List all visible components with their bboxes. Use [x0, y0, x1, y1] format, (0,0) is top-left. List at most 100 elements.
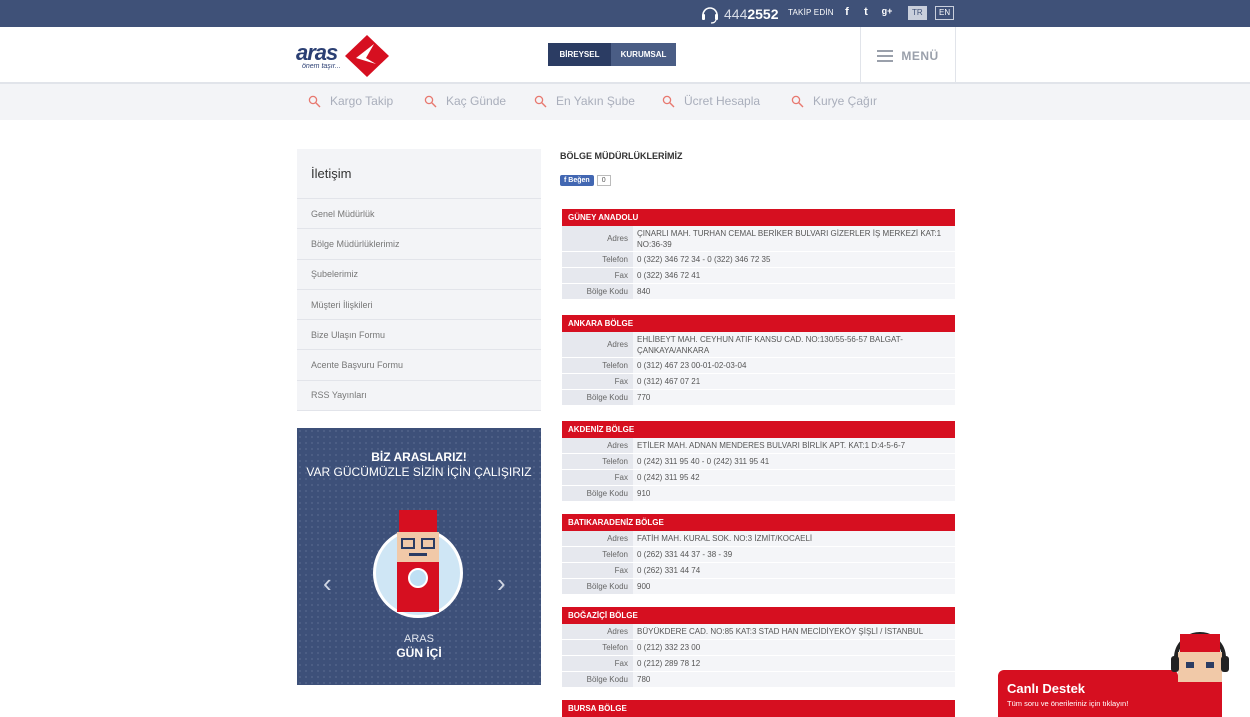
- quicknav-kac-gunde[interactable]: Kaç Günde: [424, 94, 506, 108]
- promo-banner[interactable]: BİZ ARASLARIZ! VAR GÜCÜMÜZLE SİZİN İÇİN …: [297, 428, 541, 685]
- menu-label: MENÜ: [901, 48, 939, 63]
- region-code-row: Bölge Kodu 840: [562, 284, 955, 300]
- region-fax-row: Fax 0 (212) 289 78 12: [562, 656, 955, 672]
- fax-label: Fax: [562, 563, 633, 578]
- region-fax-row: Fax 0 (242) 311 95 42: [562, 470, 955, 486]
- code-value: 780: [633, 672, 955, 687]
- search-icon: [662, 95, 675, 107]
- segment-individual-button[interactable]: BİREYSEL: [548, 43, 611, 66]
- region-address-row: Adres BÜYÜKDERE CAD. NO:85 KAT:3 STAD HA…: [562, 624, 955, 640]
- phone-label: Telefon: [562, 252, 633, 267]
- banner-prev-arrow[interactable]: ‹: [323, 568, 332, 599]
- region-address-row: Adres FATİH MAH. KURAL SOK. NO:3 İZMİT/K…: [562, 531, 955, 547]
- search-icon: [308, 95, 321, 107]
- region-code-row: Bölge Kodu 780: [562, 672, 955, 688]
- sidebar-item-subelerimiz[interactable]: Şubelerimiz: [297, 260, 541, 290]
- call-center[interactable]: 4442552: [700, 4, 779, 24]
- sidebar-item-musteri-iliskileri[interactable]: Müşteri İlişkileri: [297, 290, 541, 321]
- code-label: Bölge Kodu: [562, 672, 633, 687]
- mascot-illustration-icon: [397, 510, 439, 612]
- segment-corporate-button[interactable]: KURUMSAL: [611, 43, 676, 66]
- facebook-like-button[interactable]: f Beğen: [560, 175, 594, 186]
- code-label: Bölge Kodu: [562, 486, 633, 501]
- region-fax-row: Fax 0 (312) 467 07 21: [562, 374, 955, 390]
- region-name: GÜNEY ANADOLU: [562, 209, 955, 226]
- address-label: Adres: [562, 624, 633, 639]
- fax-value: 0 (322) 346 72 41: [633, 268, 955, 283]
- phone-value: 0 (242) 311 95 40 - 0 (242) 311 95 41: [633, 454, 955, 469]
- fax-value: 0 (262) 331 44 74: [633, 563, 955, 578]
- fax-label: Fax: [562, 656, 633, 671]
- live-support-title: Canlı Destek: [1007, 681, 1086, 696]
- region-phone-row: Telefon 0 (322) 346 72 34 - 0 (322) 346 …: [562, 252, 955, 268]
- phone-value: 0 (262) 331 44 37 - 38 - 39: [633, 547, 955, 562]
- search-icon: [791, 95, 804, 107]
- quicknav-label: Kurye Çağır: [813, 94, 878, 108]
- region-code-row: Bölge Kodu 910: [562, 486, 955, 502]
- banner-next-arrow[interactable]: ›: [497, 568, 506, 599]
- region-address-row: Adres EHLİBEYT MAH. CEYHUN ATIF KANSU CA…: [562, 332, 955, 358]
- quicknav-label: Ücret Hesapla: [684, 94, 761, 108]
- quicknav-kurye-cagir[interactable]: Kurye Çağır: [791, 94, 877, 108]
- region-phone-row: Telefon 0 (312) 467 23 00-01-02-03-04: [562, 358, 955, 374]
- sidebar-item-acente-basvuru-formu[interactable]: Acente Başvuru Formu: [297, 350, 541, 381]
- address-value: ETİLER MAH. ADNAN MENDERES BULVARI BİRLİ…: [633, 438, 955, 453]
- logo-mark-icon: [345, 35, 389, 77]
- facebook-like-widget: f Beğen 0: [560, 175, 611, 186]
- phone-label: Telefon: [562, 640, 633, 655]
- quick-nav: Kargo Takip Kaç Günde En Yakın Şube Ücre…: [0, 84, 1250, 120]
- sidebar-title: İletişim: [297, 149, 541, 199]
- banner-brand-line2: GÜN İÇİ: [396, 646, 442, 660]
- header: aras önem taşır... BİREYSEL KURUMSAL MEN…: [0, 27, 1250, 84]
- fax-label: Fax: [562, 268, 633, 283]
- like-count: 0: [596, 175, 611, 186]
- quicknav-en-yakin-sube[interactable]: En Yakın Şube: [534, 94, 635, 108]
- google-plus-icon[interactable]: g+: [880, 6, 894, 16]
- region-card-guney-anadolu: GÜNEY ANADOLU Adres ÇINARLI MAH. TURHAN …: [562, 209, 955, 300]
- twitter-icon[interactable]: t: [859, 6, 873, 18]
- menu-button[interactable]: MENÜ: [860, 27, 956, 84]
- region-code-row: Bölge Kodu 770: [562, 390, 955, 406]
- sidebar-item-bolge-mudurluklerimiz[interactable]: Bölge Müdürlüklerimiz: [297, 229, 541, 260]
- phone-label: Telefon: [562, 547, 633, 562]
- address-label: Adres: [562, 332, 633, 357]
- region-card-ankara: ANKARA BÖLGE Adres EHLİBEYT MAH. CEYHUN …: [562, 315, 955, 406]
- language-tr[interactable]: TR: [908, 6, 927, 20]
- quicknav-label: Kargo Takip: [330, 94, 394, 108]
- region-card-batikaradeniz: BATIKARADENİZ BÖLGE Adres FATİH MAH. KUR…: [562, 514, 955, 595]
- live-support-widget[interactable]: Canlı Destek Tüm soru ve önerileriniz iç…: [998, 670, 1178, 717]
- facebook-icon[interactable]: f: [840, 6, 854, 18]
- phone-value: 0 (322) 346 72 34 - 0 (322) 346 72 35: [633, 252, 955, 267]
- address-label: Adres: [562, 531, 633, 546]
- fax-value: 0 (312) 467 07 21: [633, 374, 955, 389]
- aras-logo[interactable]: aras önem taşır...: [296, 34, 391, 78]
- quicknav-kargo-takip[interactable]: Kargo Takip: [308, 94, 393, 108]
- region-address-row: Adres ETİLER MAH. ADNAN MENDERES BULVARI…: [562, 438, 955, 454]
- quicknav-ucret-hesapla[interactable]: Ücret Hesapla: [662, 94, 760, 108]
- sidebar-item-bize-ulasin-formu[interactable]: Bize Ulaşın Formu: [297, 320, 541, 351]
- fax-label: Fax: [562, 374, 633, 389]
- code-value: 840: [633, 284, 955, 299]
- region-phone-row: Telefon 0 (212) 332 23 00: [562, 640, 955, 656]
- sidebar-item-genel-mudurluk[interactable]: Genel Müdürlük: [297, 199, 541, 230]
- region-fax-row: Fax 0 (322) 346 72 41: [562, 268, 955, 284]
- page-title: BÖLGE MÜDÜRLÜKLERİMİZ: [560, 151, 683, 161]
- quicknav-label: En Yakın Şube: [556, 94, 635, 108]
- region-address-row: Adres ÇINARLI MAH. TURHAN CEMAL BERİKER …: [562, 226, 955, 252]
- phone-label: Telefon: [562, 358, 633, 373]
- phone-value: 0 (312) 467 23 00-01-02-03-04: [633, 358, 955, 373]
- region-phone-row: Telefon 0 (262) 331 44 37 - 38 - 39: [562, 547, 955, 563]
- sidebar: İletişim Genel Müdürlük Bölge Müdürlükle…: [297, 149, 541, 412]
- region-card-bogazici: BOĞAZİÇİ BÖLGE Adres BÜYÜKDERE CAD. NO:8…: [562, 607, 955, 688]
- sidebar-item-rss-yayinlari[interactable]: RSS Yayınları: [297, 381, 541, 412]
- banner-subline: VAR GÜCÜMÜZLE SİZİN İÇİN ÇALIŞIRIZ: [306, 465, 532, 479]
- logo-tagline: önem taşır...: [302, 63, 341, 70]
- region-card-akdeniz: AKDENİZ BÖLGE Adres ETİLER MAH. ADNAN ME…: [562, 421, 955, 502]
- address-value: FATİH MAH. KURAL SOK. NO:3 İZMİT/KOCAELİ: [633, 531, 955, 546]
- phone-label: Telefon: [562, 454, 633, 469]
- search-icon: [534, 95, 547, 107]
- quicknav-label: Kaç Günde: [446, 94, 507, 108]
- address-label: Adres: [562, 438, 633, 453]
- language-en[interactable]: EN: [935, 6, 955, 20]
- code-label: Bölge Kodu: [562, 284, 633, 299]
